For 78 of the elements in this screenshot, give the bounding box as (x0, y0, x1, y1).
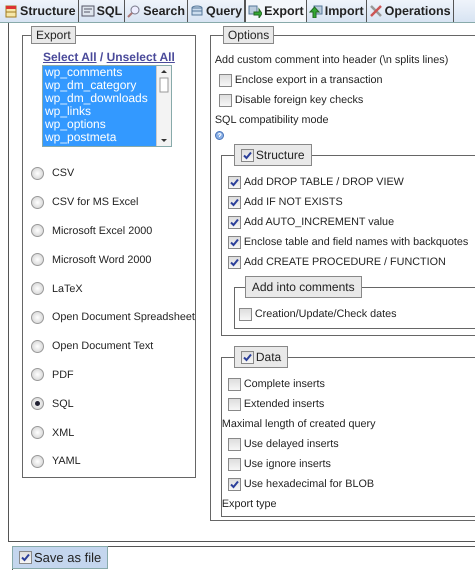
option-label: Add AUTO_INCREMENT value (244, 216, 394, 228)
format-label: Microsoft Word 2000 (52, 254, 152, 266)
checkbox[interactable] (228, 216, 241, 228)
checkbox[interactable] (238, 308, 252, 320)
radio-button[interactable] (31, 282, 44, 296)
panel-legend: Options (222, 26, 274, 44)
radio-button[interactable] (31, 253, 44, 266)
format-label: CSV (52, 167, 74, 180)
radio-button[interactable] (31, 426, 44, 440)
radio-button[interactable] (31, 224, 44, 238)
tab[interactable]: Structure (2, 0, 79, 22)
option-label: Use hexadecimal for BLOB (244, 478, 374, 490)
table-icon (4, 4, 18, 18)
option-label: Extended inserts (244, 398, 324, 410)
search-icon (127, 4, 142, 18)
export-arrow-icon (248, 4, 262, 18)
comment-label: Add custom comment into header (\n splits lines) (214, 54, 448, 66)
panel-legend: Export (31, 26, 76, 44)
checkbox[interactable] (19, 551, 32, 564)
checkbox[interactable] (228, 398, 241, 410)
tab[interactable]: SQL (78, 0, 126, 22)
format-label: YAML (52, 455, 81, 468)
format-label: SQL (52, 398, 74, 410)
format-label: LaTeX (52, 282, 83, 295)
option-label: Complete inserts (244, 378, 325, 390)
radio-button[interactable] (31, 397, 44, 410)
radio-button[interactable] (31, 196, 44, 209)
help-icon[interactable] (214, 131, 224, 140)
option-label: Enclose export in a transaction (234, 74, 382, 86)
tab[interactable]: Search (125, 0, 188, 22)
format-label: Open Document Spreadsheet (52, 311, 195, 324)
option-label: Add DROP TABLE / DROP VIEW (244, 176, 404, 188)
checkbox[interactable] (240, 350, 254, 364)
tab[interactable]: Export (245, 0, 307, 22)
checkbox[interactable] (228, 196, 241, 208)
unselect-all-link[interactable]: Unselect All (106, 50, 175, 64)
format-label: XML (52, 426, 74, 439)
compat-label: SQL compatibility mode (214, 114, 328, 126)
checkbox[interactable] (218, 94, 232, 106)
section-legend: Add into comments (244, 276, 362, 298)
option-label: Enclose table and field names with backquotes (244, 236, 468, 248)
checkbox[interactable] (228, 438, 241, 450)
stack-icon (190, 4, 204, 18)
option-label: Add CREATE PROCEDURE / FUNCTION (244, 256, 446, 268)
checkbox[interactable] (228, 478, 241, 490)
option-label: Disable foreign key checks (234, 94, 364, 106)
radio-button[interactable] (31, 310, 44, 324)
tab[interactable]: Import (306, 0, 367, 22)
field-label: Maximal length of created query (222, 418, 376, 430)
option-label: Use delayed inserts (244, 438, 339, 450)
option-label: Creation/Update/Check dates (254, 308, 396, 320)
checkbox[interactable] (228, 256, 241, 268)
section-title: Save as file (34, 550, 102, 565)
checkbox[interactable] (228, 378, 241, 390)
radio-button[interactable] (31, 166, 44, 180)
tab[interactable]: Operations (366, 0, 454, 22)
option-label: Use ignore inserts (244, 458, 331, 470)
option-label: Add IF NOT EXISTS (244, 196, 343, 208)
format-label: Open Document Text (52, 340, 154, 352)
checkbox[interactable] (218, 74, 232, 86)
terminal-icon (80, 4, 95, 18)
section-title: Structure (256, 148, 305, 162)
field-label: Export type (222, 498, 276, 510)
radio-button[interactable] (31, 340, 44, 353)
format-label: Microsoft Excel 2000 (52, 224, 152, 237)
radio-button[interactable] (31, 454, 44, 468)
format-label: PDF (52, 368, 74, 381)
checkbox[interactable] (228, 458, 241, 470)
scrollbar[interactable] (156, 66, 171, 146)
checkbox[interactable] (228, 236, 241, 248)
checkbox[interactable] (240, 148, 254, 162)
section-title: Data (256, 350, 282, 364)
checkbox[interactable] (228, 176, 241, 188)
radio-button[interactable] (31, 368, 44, 382)
select-all-link[interactable]: Select All (43, 50, 97, 64)
separator: / (100, 50, 104, 64)
import-arrow-icon (308, 4, 323, 18)
format-label: CSV for MS Excel (52, 196, 138, 208)
